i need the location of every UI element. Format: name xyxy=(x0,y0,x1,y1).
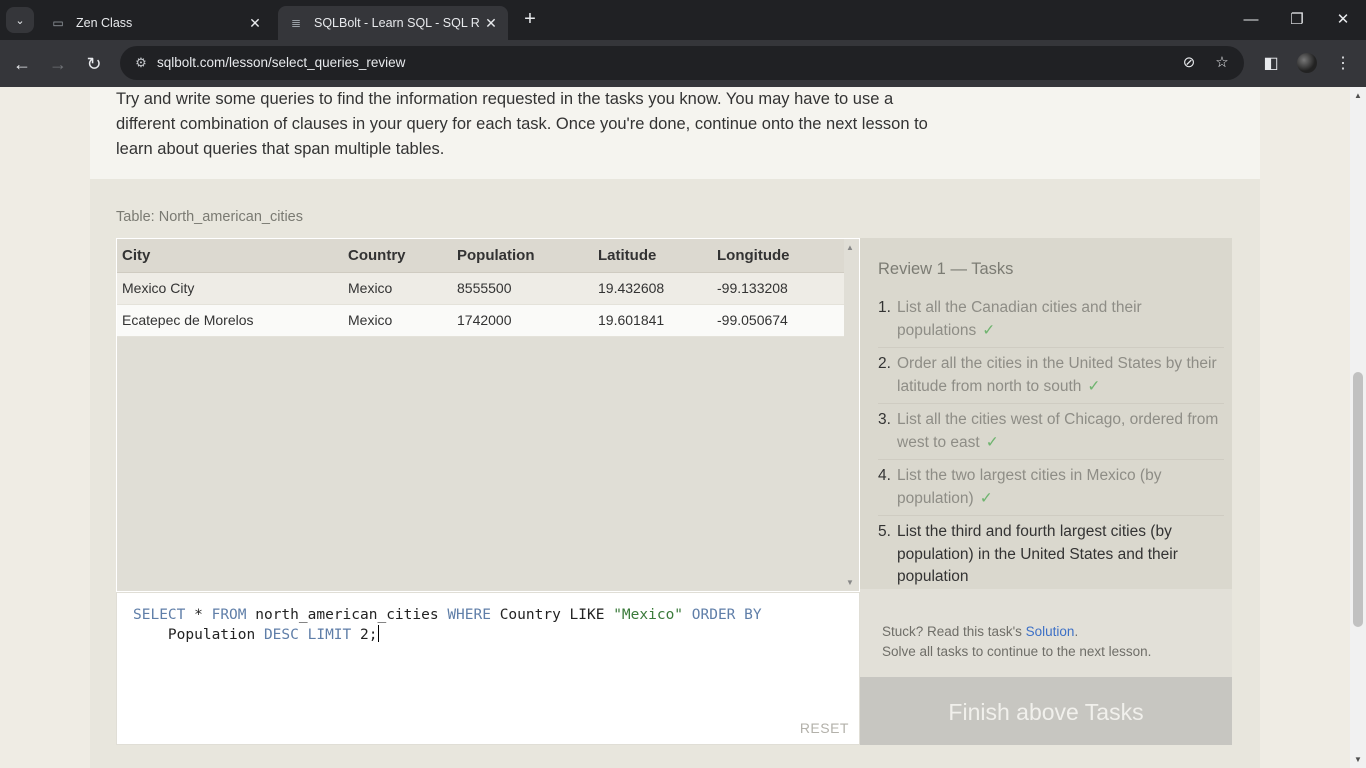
table-label: Table: North_american_cities xyxy=(116,209,303,225)
task-number: 5. xyxy=(878,523,891,540)
star-icon[interactable]: ☆ xyxy=(1211,54,1233,72)
close-icon[interactable]: ✕ xyxy=(480,15,502,32)
table-cell: 8555500 xyxy=(452,272,593,305)
tab-title: Zen Class xyxy=(76,16,133,30)
back-button[interactable]: ← xyxy=(8,50,36,78)
eye-off-icon[interactable]: ⊘ xyxy=(1178,54,1200,72)
column-header: Latitude xyxy=(593,239,712,273)
zen-class-favicon-icon: ▭ xyxy=(52,16,64,30)
menu-icon[interactable]: ⋮ xyxy=(1331,52,1355,76)
table-header-row: City Country Population Latitude Longitu… xyxy=(117,239,844,273)
task-item-current: 5. List the third and fourth largest cit… xyxy=(878,516,1224,594)
task-list: 1. List all the Canadian cities and thei… xyxy=(878,292,1224,594)
task-number: 3. xyxy=(878,411,891,428)
task-text: Order all the cities in the United State… xyxy=(897,355,1217,395)
new-tab-button[interactable]: + xyxy=(518,8,542,32)
url-text[interactable]: sqlbolt.com/lesson/select_queries_review xyxy=(157,55,405,70)
tab-zen-class[interactable]: ▭ Zen Class ✕ xyxy=(42,6,272,40)
task-text: List the third and fourth largest cities… xyxy=(897,523,1178,585)
task-number: 4. xyxy=(878,467,891,484)
results-table: City Country Population Latitude Longitu… xyxy=(117,239,844,337)
table-cell: Ecatepec de Morelos xyxy=(117,304,343,337)
text-caret xyxy=(378,625,380,642)
results-scroll-up-icon[interactable]: ▲ xyxy=(845,243,855,252)
site-info-icon[interactable]: ⚙ xyxy=(132,54,150,72)
stuck-hint: Stuck? Read this task's Solution. xyxy=(882,624,1079,639)
restore-button[interactable]: ❐ xyxy=(1277,6,1317,34)
task-item: 2. Order all the cities in the United St… xyxy=(878,348,1224,404)
task-item: 4. List the two largest cities in Mexico… xyxy=(878,460,1224,516)
table-row: Mexico City Mexico 8555500 19.432608 -99… xyxy=(117,272,844,305)
browser-tab-bar: ⌄ ▭ Zen Class ✕ ≣ SQLBolt - Learn SQL - … xyxy=(0,0,1366,40)
table-cell: 19.432608 xyxy=(593,272,712,305)
window-close-button[interactable]: ✕ xyxy=(1323,6,1363,34)
task-text: List all the Canadian cities and their p… xyxy=(897,299,1142,339)
table-cell: 1742000 xyxy=(452,304,593,337)
table-cell: Mexico City xyxy=(117,272,343,305)
solve-all-note: Solve all tasks to continue to the next … xyxy=(882,644,1152,659)
sql-query-code[interactable]: SELECT * FROM north_american_cities WHER… xyxy=(133,605,762,645)
results-table-panel: City Country Population Latitude Longitu… xyxy=(116,238,860,592)
tasks-title: Review 1 — Tasks xyxy=(878,260,1014,278)
profile-avatar[interactable] xyxy=(1297,53,1317,73)
sqlbolt-favicon-icon: ≣ xyxy=(290,16,302,30)
table-cell: -99.133208 xyxy=(712,272,844,305)
reset-button[interactable]: RESET xyxy=(800,720,849,736)
address-bar[interactable]: ⚙ sqlbolt.com/lesson/select_queries_revi… xyxy=(120,46,1244,80)
checkmark-icon: ✓ xyxy=(1087,377,1101,395)
task-item: 3. List all the cities west of Chicago, … xyxy=(878,404,1224,460)
column-header: Longitude xyxy=(712,239,844,273)
tab-search-button[interactable]: ⌄ xyxy=(6,7,34,33)
sql-editor[interactable]: SELECT * FROM north_american_cities WHER… xyxy=(116,592,860,745)
column-header: Country xyxy=(343,239,452,273)
table-cell: Mexico xyxy=(343,304,452,337)
forward-button[interactable]: → xyxy=(44,50,72,78)
checkmark-icon: ✓ xyxy=(985,433,999,451)
solution-link[interactable]: Solution xyxy=(1026,624,1075,639)
tab-sqlbolt[interactable]: ≣ SQLBolt - Learn SQL - SQL Review ✕ xyxy=(278,6,508,40)
checkmark-icon: ✓ xyxy=(982,321,996,339)
page-scrollbar[interactable]: ▲ ▼ xyxy=(1350,87,1366,768)
close-icon[interactable]: ✕ xyxy=(244,15,266,32)
task-number: 2. xyxy=(878,355,891,372)
checkmark-icon: ✓ xyxy=(979,489,993,507)
column-header: City xyxy=(117,239,343,273)
table-cell: -99.050674 xyxy=(712,304,844,337)
table-row: Ecatepec de Morelos Mexico 1742000 19.60… xyxy=(117,304,844,337)
reload-button[interactable]: ↻ xyxy=(80,50,108,78)
task-text: List the two largest cities in Mexico (b… xyxy=(897,467,1162,507)
finish-tasks-button[interactable]: Finish above Tasks xyxy=(860,677,1232,745)
stuck-panel: Stuck? Read this task's Solution. Solve … xyxy=(860,589,1232,677)
scroll-down-icon[interactable]: ▼ xyxy=(1353,755,1363,764)
results-scroll-down-icon[interactable]: ▼ xyxy=(845,578,855,587)
task-text: List all the cities west of Chicago, ord… xyxy=(897,411,1219,451)
intro-paragraph: Try and write some queries to find the i… xyxy=(116,90,928,158)
task-item: 1. List all the Canadian cities and thei… xyxy=(878,292,1224,348)
side-panel-icon[interactable]: ◧ xyxy=(1259,52,1283,76)
tab-title: SQLBolt - Learn SQL - SQL Review xyxy=(314,16,480,30)
chevron-down-icon: ⌄ xyxy=(15,14,25,27)
table-cell: 19.601841 xyxy=(593,304,712,337)
column-header: Population xyxy=(452,239,593,273)
table-cell: Mexico xyxy=(343,272,452,305)
task-number: 1. xyxy=(878,299,891,316)
scrollbar-thumb[interactable] xyxy=(1353,372,1363,627)
browser-toolbar: ← → ↻ ⚙ sqlbolt.com/lesson/select_querie… xyxy=(0,40,1366,87)
minimize-button[interactable]: — xyxy=(1231,6,1271,34)
scroll-up-icon[interactable]: ▲ xyxy=(1353,91,1363,100)
